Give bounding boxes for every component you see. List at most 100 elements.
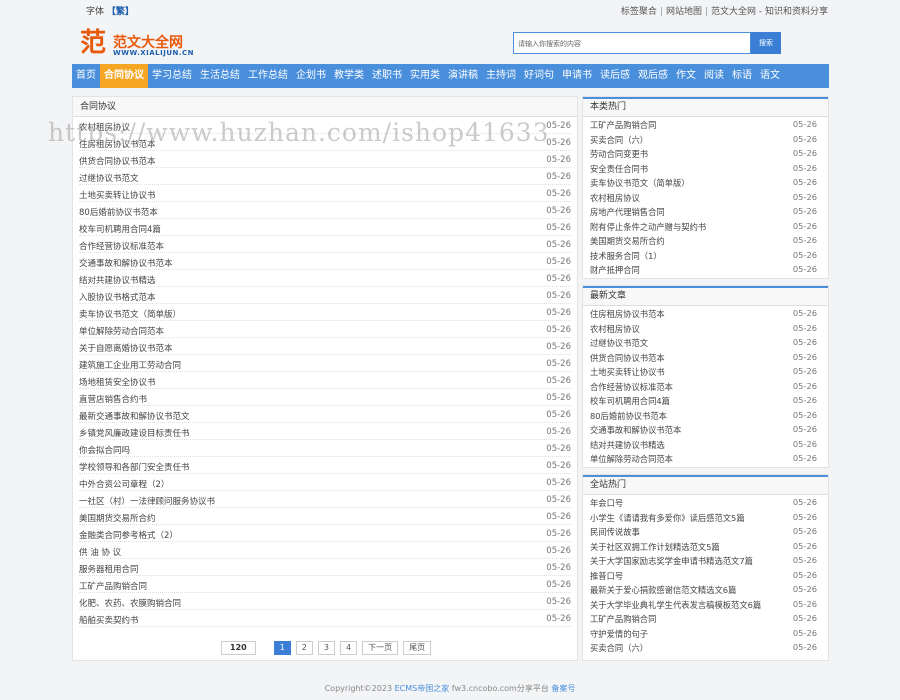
- item-title-link[interactable]: 卖车协议书范文（简单版）: [79, 308, 181, 320]
- item-title-link[interactable]: 80后婚前协议书范本: [79, 206, 158, 218]
- item-title-link[interactable]: 最新交通事故和解协议书范文: [79, 410, 190, 422]
- list-item[interactable]: 小学生《请请我有多爱你》读后感范文5篇 05-26: [590, 510, 817, 525]
- font-toggle-link[interactable]: 【繁】: [107, 7, 134, 17]
- list-item[interactable]: 财产抵押合同 05-26: [590, 262, 817, 277]
- item-title-link[interactable]: 技术服务合同（1）: [590, 250, 662, 262]
- list-item[interactable]: 化肥、农药、农膜购销合同 05-26: [79, 593, 571, 611]
- list-item[interactable]: 一社区（村）一法律顾问服务协议书 05-26: [79, 491, 571, 509]
- item-title-link[interactable]: 小学生《请请我有多爱你》读后感范文5篇: [590, 512, 745, 524]
- list-item[interactable]: 土地买卖转让协议书 05-26: [590, 364, 817, 379]
- item-title-link[interactable]: 学校领导和各部门安全责任书: [79, 461, 190, 473]
- item-title-link[interactable]: 交通事故和解协议书范本: [79, 257, 173, 269]
- item-title-link[interactable]: 美国期货交易所合约: [79, 512, 156, 524]
- list-item[interactable]: 金融类合同参考格式（2） 05-26: [79, 525, 571, 543]
- item-title-link[interactable]: 关于大学毕业典礼学生代表发言稿模板范文6篇: [590, 599, 761, 611]
- list-item[interactable]: 附有停止条件之动产赠与契约书 05-26: [590, 219, 817, 234]
- item-title-link[interactable]: 供 油 协 议: [79, 546, 121, 558]
- list-item[interactable]: 80后婚前协议书范本 05-26: [590, 408, 817, 423]
- item-title-link[interactable]: 房地产代理销售合同: [590, 206, 665, 218]
- list-item[interactable]: 合作经营协议标准范本 05-26: [79, 236, 571, 254]
- list-item[interactable]: 合作经营协议标准范本 05-26: [590, 379, 817, 394]
- nav-item[interactable]: 实用类: [406, 64, 444, 88]
- item-title-link[interactable]: 农村租房协议: [79, 121, 130, 133]
- ecms-link[interactable]: ECMS帝国之家: [395, 684, 450, 693]
- item-title-link[interactable]: 结对共建协议书精选: [590, 439, 665, 451]
- item-title-link[interactable]: 关于社区双拥工作计划精选范文5篇: [590, 541, 720, 553]
- item-title-link[interactable]: 单位解除劳动合同范本: [590, 453, 673, 465]
- nav-item[interactable]: 好词句: [520, 64, 558, 88]
- nav-item[interactable]: 生活总结: [196, 64, 244, 88]
- item-title-link[interactable]: 合作经营协议标准范本: [79, 240, 164, 252]
- nav-item[interactable]: 学习总结: [148, 64, 196, 88]
- list-item[interactable]: 守护爱情的句子 05-26: [590, 626, 817, 641]
- item-title-link[interactable]: 过继协议书范文: [79, 172, 139, 184]
- item-title-link[interactable]: 船舶买卖契约书: [79, 614, 139, 626]
- nav-item[interactable]: 工作总结: [244, 64, 292, 88]
- item-title-link[interactable]: 工矿产品购销合同: [590, 613, 656, 625]
- list-item[interactable]: 工矿产品购销合同 05-26: [590, 117, 817, 132]
- list-item[interactable]: 农村租房协议 05-26: [79, 117, 571, 135]
- item-title-link[interactable]: 建筑施工企业用工劳动合同: [79, 359, 181, 371]
- item-title-link[interactable]: 农村租房协议: [590, 192, 640, 204]
- nav-item[interactable]: 首页: [72, 64, 100, 88]
- list-item[interactable]: 入股协议书格式范本 05-26: [79, 287, 571, 305]
- item-title-link[interactable]: 供货合同协议书范本: [79, 155, 156, 167]
- list-item[interactable]: 关于社区双拥工作计划精选范文5篇 05-26: [590, 539, 817, 554]
- item-title-link[interactable]: 你会拟合同吗: [79, 444, 130, 456]
- list-item[interactable]: 校车司机聘用合同4篇 05-26: [590, 393, 817, 408]
- list-item[interactable]: 推普口号 05-26: [590, 568, 817, 583]
- list-item[interactable]: 土地买卖转让协议书 05-26: [79, 185, 571, 203]
- list-item[interactable]: 住房租房协议书范本 05-26: [590, 306, 817, 321]
- search-input[interactable]: 请输入你搜索的内容: [513, 32, 751, 54]
- list-item[interactable]: 年会口号 05-26: [590, 495, 817, 510]
- nav-item[interactable]: 企划书: [292, 64, 330, 88]
- item-title-link[interactable]: 年会口号: [590, 497, 623, 509]
- list-item[interactable]: 学校领导和各部门安全责任书 05-26: [79, 457, 571, 475]
- item-title-link[interactable]: 住房租房协议书范本: [590, 308, 665, 320]
- item-title-link[interactable]: 中外合资公司章程（2）: [79, 478, 169, 490]
- list-item[interactable]: 过继协议书范文 05-26: [79, 168, 571, 186]
- item-title-link[interactable]: 财产抵押合同: [590, 264, 640, 276]
- item-title-link[interactable]: 土地买卖转让协议书: [79, 189, 156, 201]
- nav-item[interactable]: 合同协议: [100, 64, 148, 88]
- item-title-link[interactable]: 单位解除劳动合同范本: [79, 325, 164, 337]
- item-title-link[interactable]: 直营店销售合约书: [79, 393, 147, 405]
- item-title-link[interactable]: 附有停止条件之动产赠与契约书: [590, 221, 706, 233]
- item-title-link[interactable]: 金融类合同参考格式（2）: [79, 529, 178, 541]
- item-title-link[interactable]: 供货合同协议书范本: [590, 352, 665, 364]
- list-item[interactable]: 交通事故和解协议书范本 05-26: [590, 422, 817, 437]
- list-item[interactable]: 单位解除劳动合同范本 05-26: [79, 321, 571, 339]
- next-page-button[interactable]: 下一页: [362, 641, 399, 655]
- item-title-link[interactable]: 安全责任合同书: [590, 163, 648, 175]
- page-2[interactable]: 2: [295, 641, 313, 655]
- site-logo[interactable]: 范 范文大全网 WWW.XIALIJUN.CN: [80, 28, 210, 60]
- nav-item[interactable]: 述职书: [368, 64, 406, 88]
- item-title-link[interactable]: 80后婚前协议书范本: [590, 410, 667, 422]
- nav-item[interactable]: 教学类: [330, 64, 368, 88]
- list-item[interactable]: 关于自愿离婚协议书范本 05-26: [79, 338, 571, 356]
- list-item[interactable]: 结对共建协议书精选 05-26: [590, 437, 817, 452]
- last-page-button[interactable]: 尾页: [403, 641, 432, 655]
- item-title-link[interactable]: 服务器租用合同: [79, 563, 139, 575]
- list-item[interactable]: 工矿产品购销合同 05-26: [590, 611, 817, 626]
- list-item[interactable]: 船舶买卖契约书 05-26: [79, 610, 571, 628]
- list-item[interactable]: 卖车协议书范文（简单版） 05-26: [79, 304, 571, 322]
- list-item[interactable]: 工矿产品购销合同 05-26: [79, 576, 571, 594]
- list-item[interactable]: 直营店销售合约书 05-26: [79, 389, 571, 407]
- item-title-link[interactable]: 住房租房协议书范本: [79, 138, 156, 150]
- list-item[interactable]: 最新交通事故和解协议书范文 05-26: [79, 406, 571, 424]
- nav-item[interactable]: 作文: [672, 64, 700, 88]
- item-title-link[interactable]: 买卖合同（六）: [590, 134, 648, 146]
- search-button[interactable]: 搜索: [751, 32, 781, 54]
- list-item[interactable]: 场地租赁安全协议书 05-26: [79, 372, 571, 390]
- item-title-link[interactable]: 推普口号: [590, 570, 623, 582]
- list-item[interactable]: 建筑施工企业用工劳动合同 05-26: [79, 355, 571, 373]
- list-item[interactable]: 服务器租用合同 05-26: [79, 559, 571, 577]
- item-title-link[interactable]: 工矿产品购销合同: [590, 119, 656, 131]
- icp-link[interactable]: 备案号: [551, 684, 575, 693]
- item-title-link[interactable]: 土地买卖转让协议书: [590, 366, 665, 378]
- list-item[interactable]: 安全责任合同书 05-26: [590, 161, 817, 176]
- list-item[interactable]: 农村租房协议 05-26: [590, 321, 817, 336]
- nav-item[interactable]: 标语: [728, 64, 756, 88]
- nav-item[interactable]: 观后感: [634, 64, 672, 88]
